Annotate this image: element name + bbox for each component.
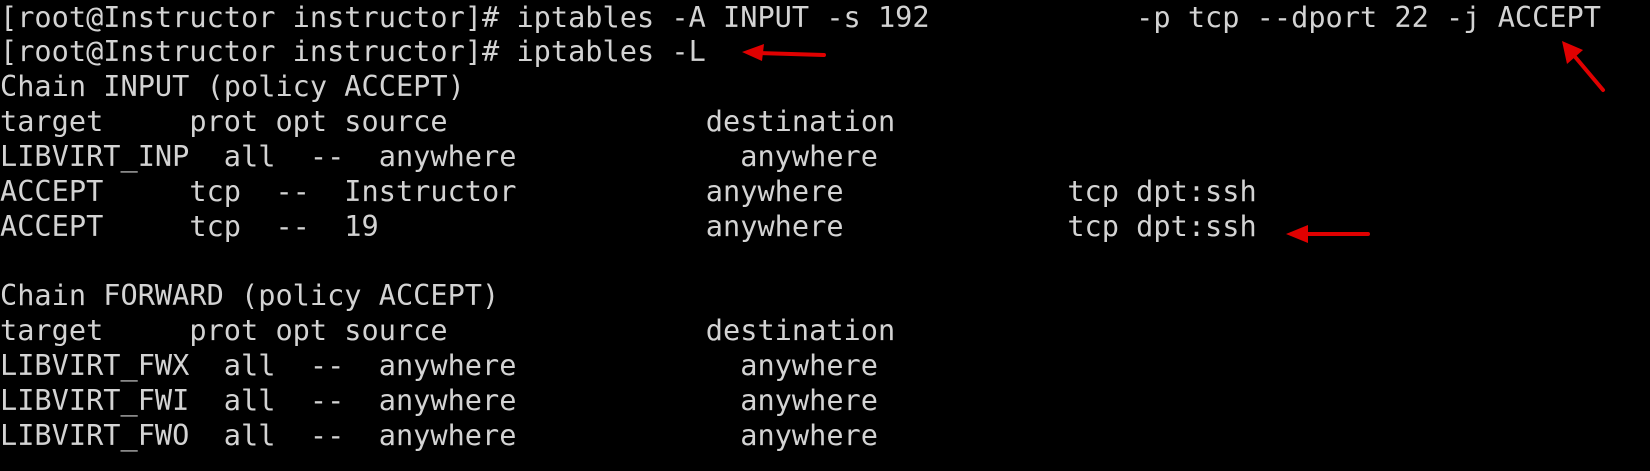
- terminal-line-command-append: [root@Instructor instructor]# iptables -…: [0, 0, 1601, 34]
- chain-forward-header: Chain FORWARD (policy ACCEPT): [0, 278, 500, 312]
- arrow-icon: [1286, 225, 1370, 243]
- arrow-icon: [1562, 41, 1605, 92]
- terminal-window[interactable]: [root@Instructor instructor]# iptables -…: [0, 0, 1650, 471]
- rule-row: LIBVIRT_INP all -- anywhere anywhere: [0, 139, 878, 173]
- rule-row: LIBVIRT_FWO all -- anywhere anywhere: [0, 418, 878, 452]
- rule-row: ACCEPT tcp -- Instructor anywhere tcp dp…: [0, 174, 1257, 208]
- column-header-input: target prot opt source destination: [0, 104, 896, 138]
- rule-row: LIBVIRT_FWI all -- anywhere anywhere: [0, 383, 878, 417]
- terminal-line-command-list: [root@Instructor instructor]# iptables -…: [0, 34, 706, 68]
- rule-row: LIBVIRT_FWX all -- anywhere anywhere: [0, 348, 878, 382]
- column-header-forward: target prot opt source destination: [0, 313, 896, 347]
- rule-row: ACCEPT tcp -- 19 anywhere tcp dpt:ssh: [0, 209, 1257, 243]
- arrow-icon: [742, 44, 826, 61]
- chain-input-header: Chain INPUT (policy ACCEPT): [0, 69, 465, 103]
